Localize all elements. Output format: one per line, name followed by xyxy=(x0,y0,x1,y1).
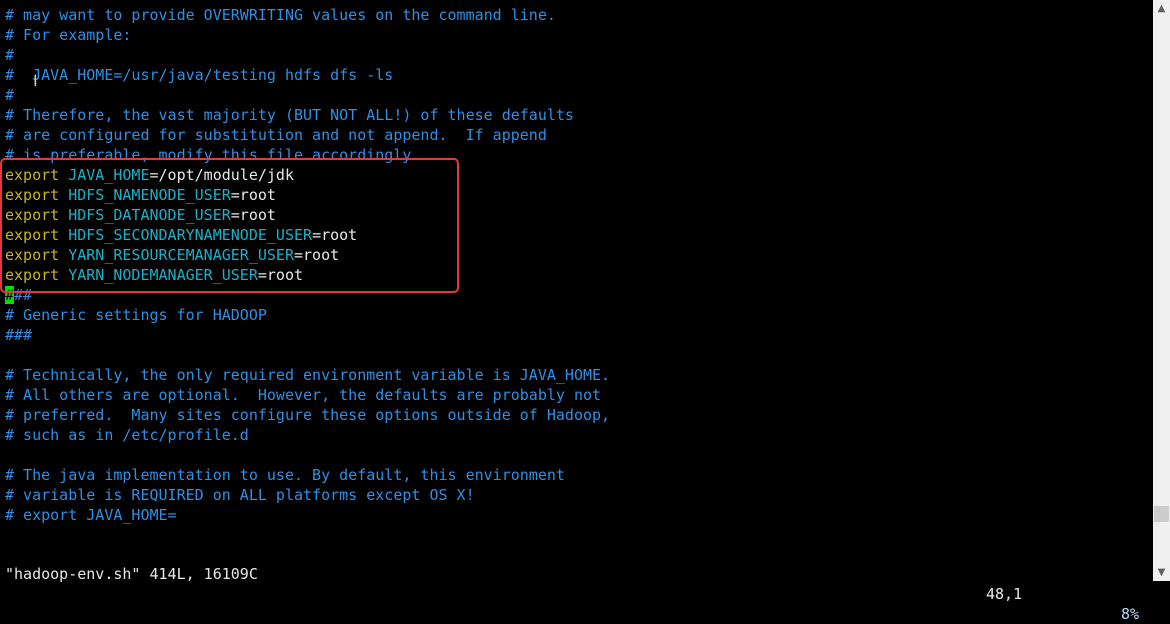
chevron-up-icon[interactable]: ▲ xyxy=(1153,0,1170,17)
comment-line: # xyxy=(0,45,1153,65)
variable-name: HDFS_NAMENODE_USER xyxy=(68,186,231,204)
chevron-down-icon[interactable]: ▼ xyxy=(1153,564,1170,581)
comment-text: # Technically, the only required environ… xyxy=(5,366,611,384)
comment-text: # such as in /etc/profile.d xyxy=(5,426,249,444)
comment-line: # preferred. Many sites configure these … xyxy=(0,405,1153,425)
export-line: export JAVA_HOME=/opt/module/jdk xyxy=(0,165,1153,185)
comment-line: # export JAVA_HOME= xyxy=(0,505,1153,525)
vim-editor[interactable]: # may want to provide OVERWRITING values… xyxy=(0,5,1153,525)
scrollbar-thumb[interactable] xyxy=(1154,505,1169,522)
comment-text: # JAVA_HOME=/usr/java/testing hdfs dfs -… xyxy=(5,66,394,84)
scroll-percent: 8% xyxy=(1121,605,1140,623)
comment-text: # is preferable, modify this file accord… xyxy=(5,146,421,164)
variable-name: HDFS_DATANODE_USER xyxy=(68,206,231,224)
comment-line: # is preferable, modify this file accord… xyxy=(0,145,1153,165)
comment-line: # may want to provide OVERWRITING values… xyxy=(0,5,1153,25)
comment-text: # export JAVA_HOME= xyxy=(5,506,177,524)
comment-line: # variable is REQUIRED on ALL platforms … xyxy=(0,485,1153,505)
comment-line: # Technically, the only required environ… xyxy=(0,365,1153,385)
export-keyword: export xyxy=(5,266,60,284)
variable-name: YARN_NODEMANAGER_USER xyxy=(68,266,258,284)
comment-text: ### xyxy=(5,326,33,344)
export-line: export HDFS_SECONDARYNAMENODE_USER=root xyxy=(0,225,1153,245)
comment-text: ## xyxy=(14,286,33,304)
variable-value: =root xyxy=(294,246,340,264)
variable-name: YARN_RESOURCEMANAGER_USER xyxy=(68,246,294,264)
comment-line: # Therefore, the vast majority (BUT NOT … xyxy=(0,105,1153,125)
comment-line: # All others are optional. However, the … xyxy=(0,385,1153,405)
vertical-scrollbar[interactable]: ▲ ▼ xyxy=(1153,0,1170,581)
comment-text: # preferred. Many sites configure these … xyxy=(5,406,611,424)
export-keyword: export xyxy=(5,246,60,264)
comment-line: # xyxy=(0,85,1153,105)
export-keyword: export xyxy=(5,226,60,244)
variable-value: =root xyxy=(312,226,358,244)
text-cursor-ibeam-icon: I xyxy=(33,71,38,90)
cursor-position: 48,1 xyxy=(986,585,1023,603)
comment-text: # may want to provide OVERWRITING values… xyxy=(5,6,556,24)
variable-value: =root xyxy=(230,186,276,204)
variable-value: =/opt/module/jdk xyxy=(149,166,295,184)
variable-value: =root xyxy=(230,206,276,224)
comment-text: # For example: xyxy=(5,26,132,44)
code-line: ### xyxy=(0,285,1153,305)
comment-text: # All others are optional. However, the … xyxy=(5,386,602,404)
comment-text: # are configured for substitution and no… xyxy=(5,126,547,144)
block-cursor: # xyxy=(5,286,15,304)
export-line: export YARN_RESOURCEMANAGER_USER=root xyxy=(0,245,1153,265)
export-line: export YARN_NODEMANAGER_USER=root xyxy=(0,265,1153,285)
variable-name: HDFS_SECONDARYNAMENODE_USER xyxy=(68,226,313,244)
vim-status-line: "hadoop-env.sh" 414L, 16109C 48,1 8% xyxy=(0,544,1153,623)
export-keyword: export xyxy=(5,166,60,184)
file-info: "hadoop-env.sh" 414L, 16109C xyxy=(5,565,258,583)
export-line: export HDFS_DATANODE_USER=root xyxy=(0,205,1153,225)
export-keyword: export xyxy=(5,206,60,224)
comment-line: ### xyxy=(0,325,1153,345)
comment-line: # The java implementation to use. By def… xyxy=(0,465,1153,485)
comment-text: # xyxy=(5,86,15,104)
comment-text: # xyxy=(5,46,15,64)
comment-line: # Generic settings for HADOOP xyxy=(0,305,1153,325)
comment-line: # JAVA_HOME=/usr/java/testing hdfs dfs -… xyxy=(0,65,1153,85)
comment-text: # The java implementation to use. By def… xyxy=(5,466,565,484)
comment-text: # variable is REQUIRED on ALL platforms … xyxy=(5,486,475,504)
comment-text: # Generic settings for HADOOP xyxy=(5,306,267,324)
comment-line: # For example: xyxy=(0,25,1153,45)
comment-text: # Therefore, the vast majority (BUT NOT … xyxy=(5,106,574,124)
export-keyword: export xyxy=(5,186,60,204)
variable-value: =root xyxy=(257,266,304,284)
comment-line: # such as in /etc/profile.d xyxy=(0,425,1153,445)
comment-line: # are configured for substitution and no… xyxy=(0,125,1153,145)
variable-name: JAVA_HOME xyxy=(68,166,150,184)
export-line: export HDFS_NAMENODE_USER=root xyxy=(0,185,1153,205)
